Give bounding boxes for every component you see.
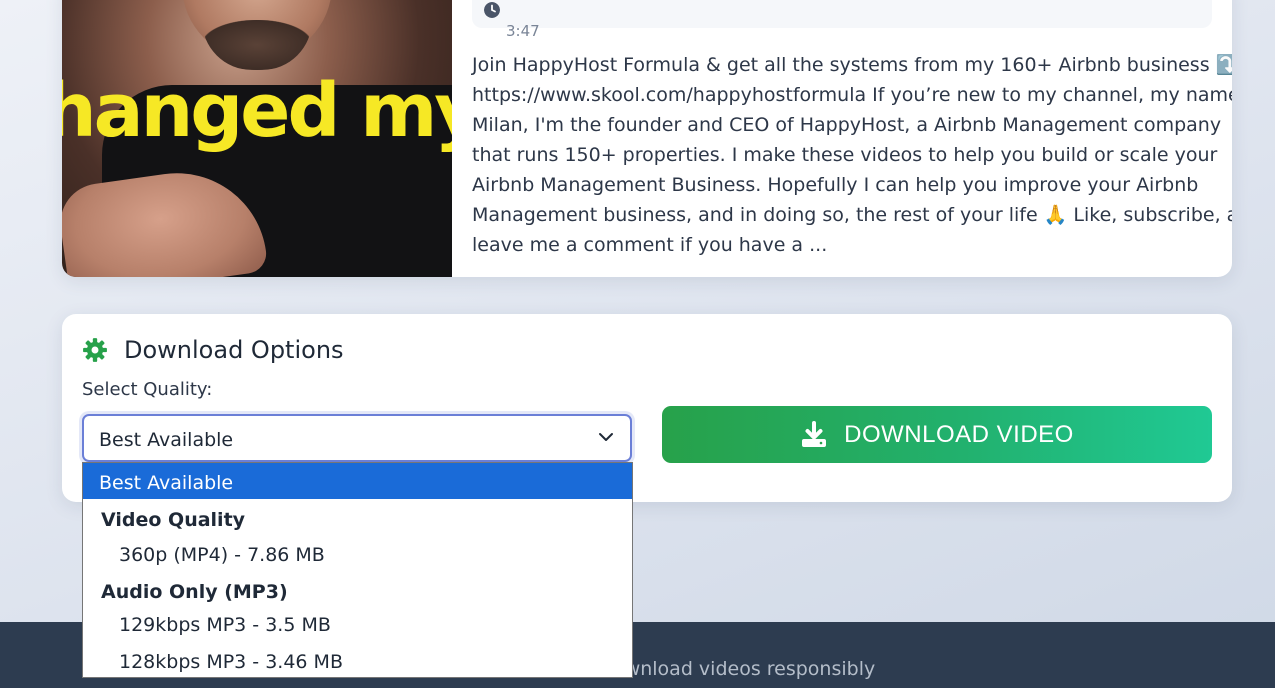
dropdown-group-audio-only: Audio Only (MP3) xyxy=(101,581,288,603)
description-line: Management business, and in doing so, th… xyxy=(472,204,1232,226)
dropdown-option-best-available[interactable]: Best Available xyxy=(83,463,632,499)
description-line: Airbnb Management Business. Hopefully I … xyxy=(472,174,1199,196)
download-options-header: Download Options xyxy=(82,336,344,364)
quality-select-value: Best Available xyxy=(99,429,234,451)
chevron-down-icon xyxy=(599,433,613,441)
download-icon xyxy=(802,420,827,447)
description-line: https://www.skool.com/happyhostformula I… xyxy=(472,84,1232,106)
gear-icon xyxy=(83,338,107,362)
dropdown-option-128kbps[interactable]: 128kbps MP3 - 3.46 MB xyxy=(83,642,632,678)
description-line: Milan, I'm the founder and CEO of HappyH… xyxy=(472,114,1222,136)
video-thumbnail: hanged my xyxy=(62,0,452,277)
dropdown-option-129kbps[interactable]: 129kbps MP3 - 3.5 MB xyxy=(83,605,632,641)
quality-select[interactable]: Best Available xyxy=(82,414,632,462)
thumbnail-text: hanged my xyxy=(62,68,452,154)
video-duration: 3:47 xyxy=(506,22,540,40)
video-description: Join HappyHost Formula & get all the sys… xyxy=(472,50,1232,260)
download-video-label: DOWNLOAD VIDEO xyxy=(844,420,1074,448)
description-line: leave me a comment if you have a ... xyxy=(472,234,828,256)
download-options-title: Download Options xyxy=(124,336,344,364)
download-video-button[interactable]: DOWNLOAD VIDEO xyxy=(662,406,1212,463)
quality-dropdown-list: Best Available Video Quality 360p (MP4) … xyxy=(82,462,633,678)
dropdown-option-360p[interactable]: 360p (MP4) - 7.86 MB xyxy=(83,535,632,571)
video-meta-bar: 3:47 xyxy=(472,0,1212,40)
description-line: Join HappyHost Formula & get all the sys… xyxy=(472,54,1232,76)
select-quality-label: Select Quality: xyxy=(82,379,213,400)
description-line: that runs 150+ properties. I make these … xyxy=(472,144,1218,166)
clock-icon xyxy=(484,2,500,18)
video-info-card: hanged my 3:47 Join HappyHost Formula & … xyxy=(62,0,1232,277)
dropdown-group-video-quality: Video Quality xyxy=(101,509,246,531)
